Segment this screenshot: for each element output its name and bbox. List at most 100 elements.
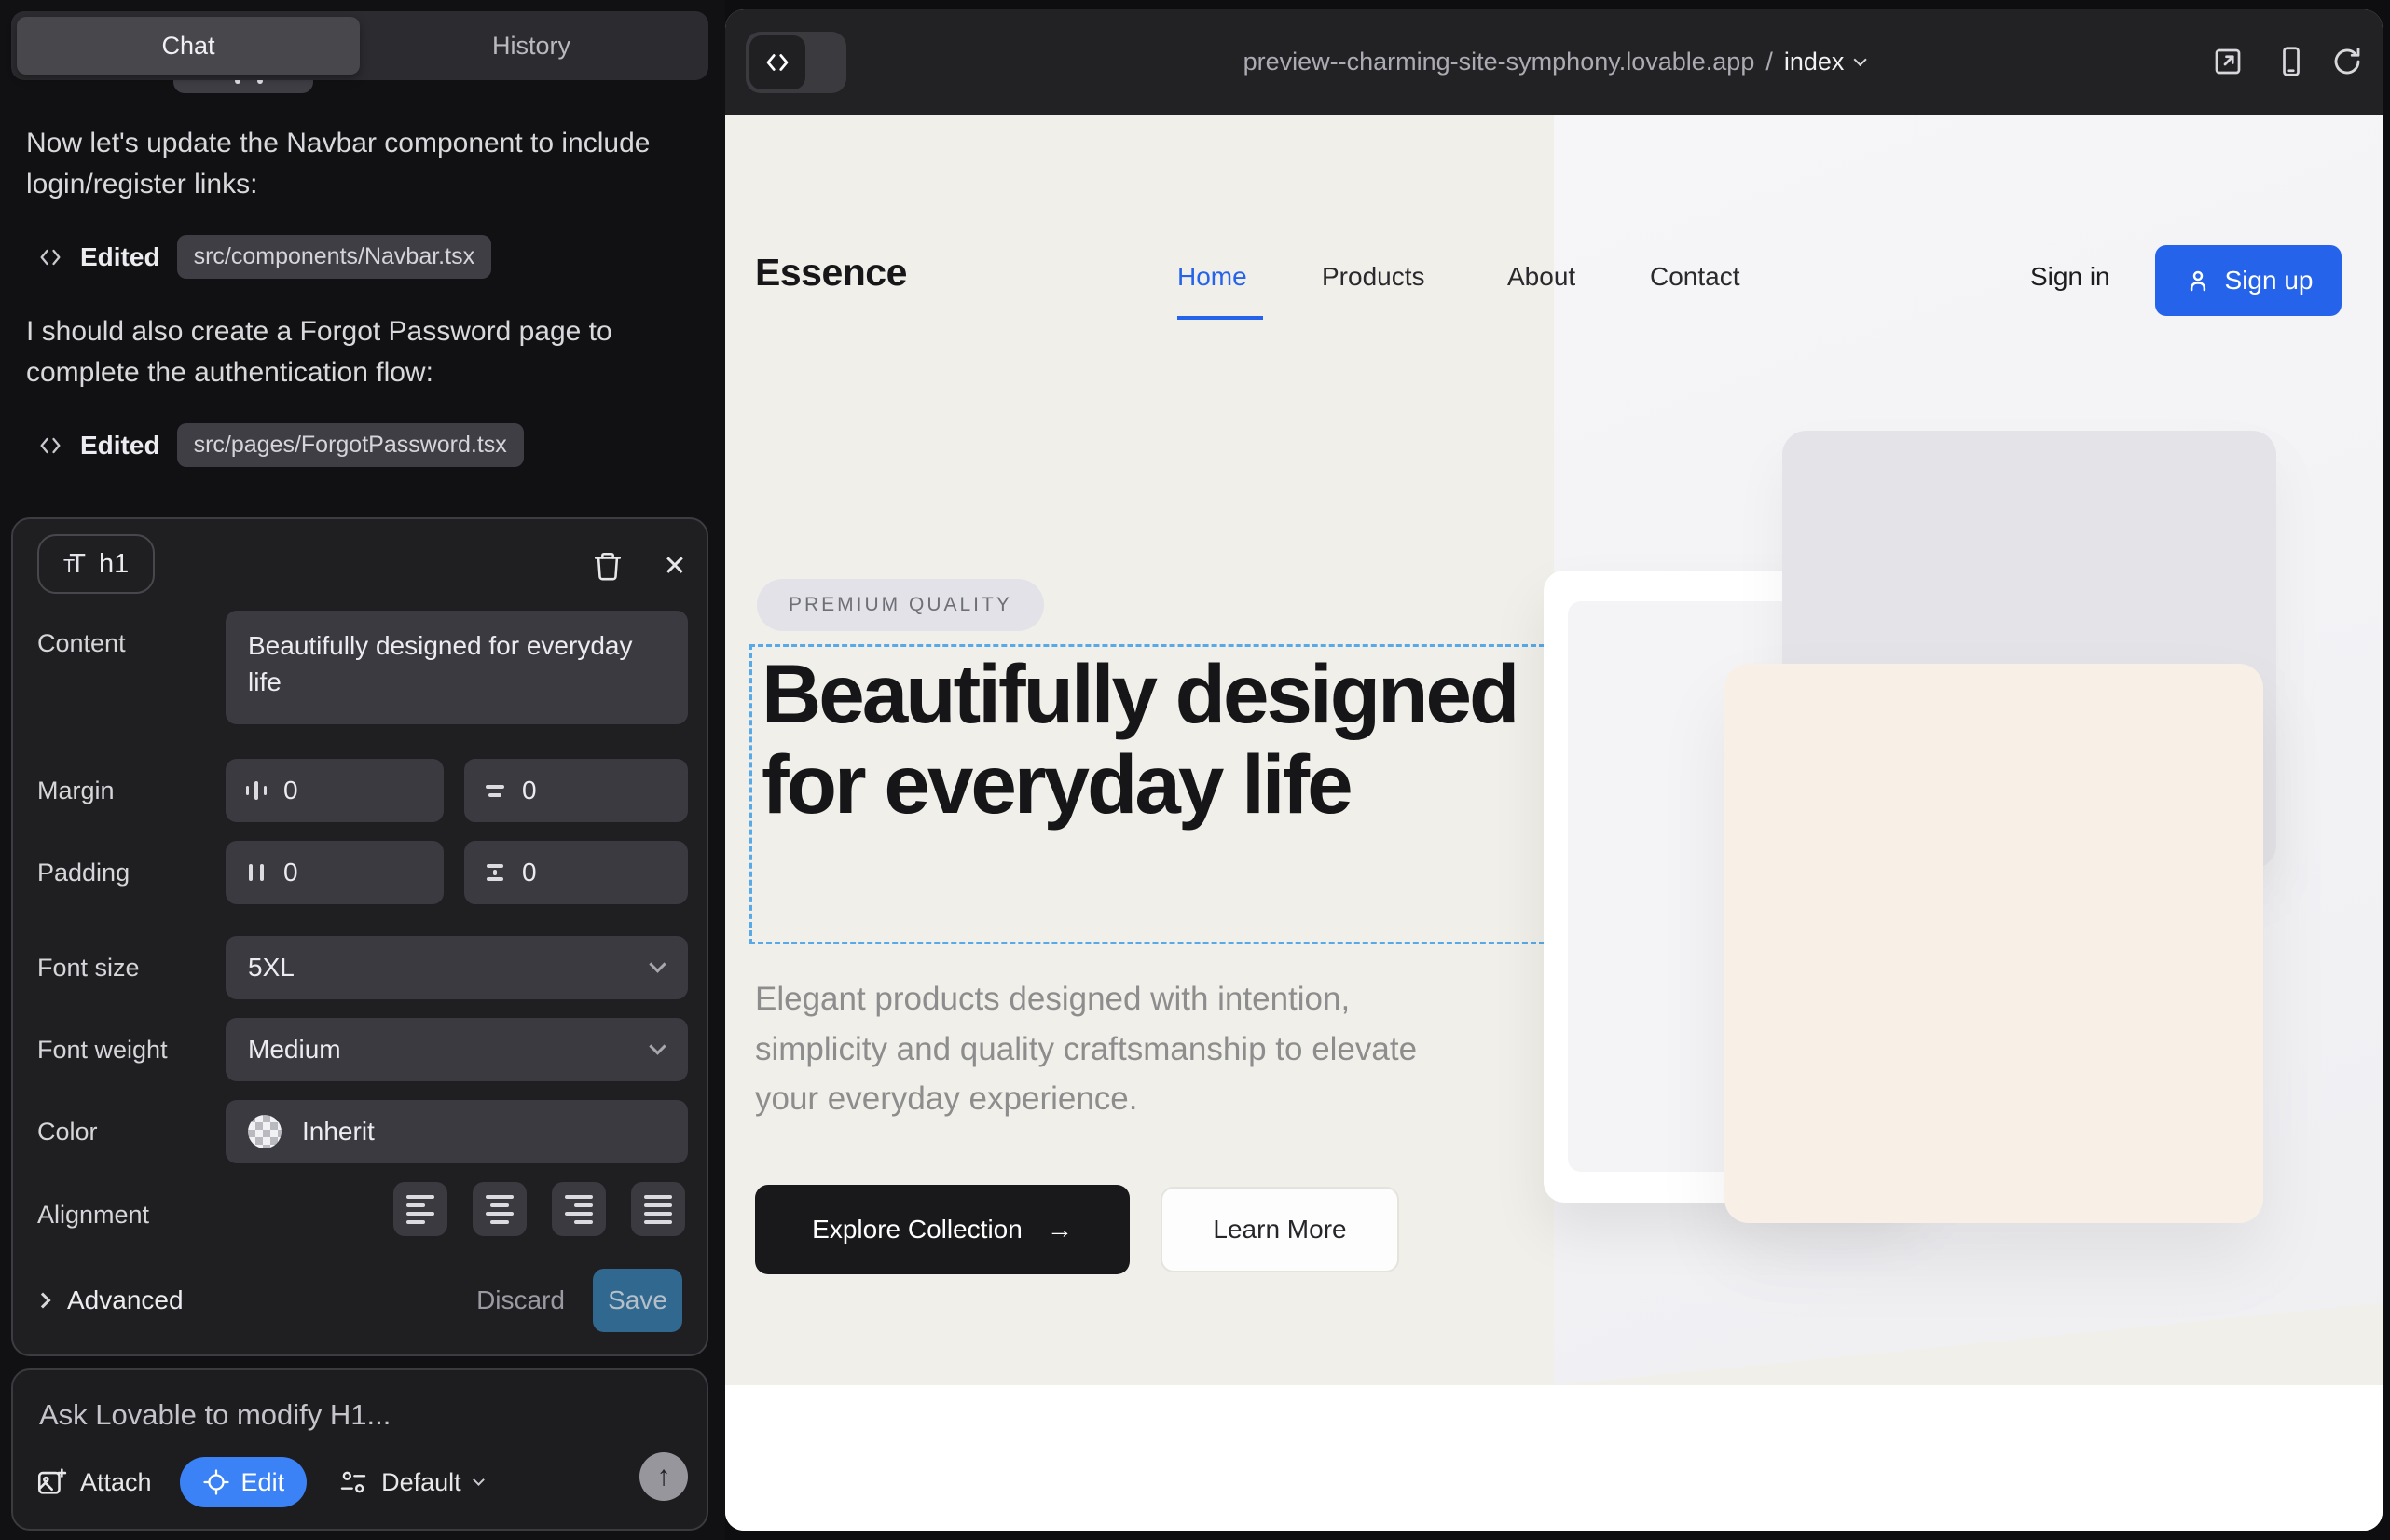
url-separator: / [1765, 48, 1773, 76]
image-plus-icon [35, 1466, 67, 1498]
margin-label: Margin [37, 777, 115, 805]
padding-label: Padding [37, 859, 130, 887]
margin-horizontal-value: 0 [283, 776, 298, 805]
chevron-down-icon [1853, 52, 1866, 65]
url-host: preview--charming-site-symphony.lovable.… [1243, 48, 1755, 76]
sign-up-button[interactable]: Sign up [2155, 245, 2342, 316]
edit-mode-label: Edit [241, 1468, 285, 1497]
attach-button[interactable]: Attach [35, 1466, 152, 1498]
user-icon [2184, 267, 2212, 295]
learn-more-button[interactable]: Learn More [1161, 1187, 1399, 1272]
nav-link-products[interactable]: Products [1322, 262, 1425, 292]
close-editor-button[interactable]: ✕ [652, 543, 697, 588]
model-mode-button[interactable]: Default [338, 1467, 483, 1497]
open-external-button[interactable] [2211, 45, 2245, 78]
code-icon [37, 244, 63, 270]
align-center-icon [486, 1195, 514, 1224]
align-justify-button[interactable] [631, 1182, 685, 1236]
delete-element-button[interactable] [585, 543, 630, 588]
font-size-value: 5XL [248, 953, 295, 983]
nav-link-contact[interactable]: Contact [1650, 262, 1740, 292]
selected-element-outline[interactable]: Beautifully designed for everyday life [749, 644, 1553, 944]
edit-mode-button[interactable]: Edit [180, 1457, 308, 1507]
mobile-view-button[interactable] [2274, 45, 2308, 78]
content-input[interactable]: Beautifully designed for everyday life [226, 611, 688, 724]
file-edit-action: Edited [80, 242, 160, 272]
code-icon [37, 433, 63, 459]
advanced-row: Advanced Discard Save [37, 1268, 686, 1333]
hero-card-cream [1724, 664, 2263, 1223]
align-right-button[interactable] [552, 1182, 606, 1236]
refresh-icon [2330, 45, 2364, 78]
url-page[interactable]: index [1784, 48, 1845, 76]
padding-vertical-input[interactable]: 0 [464, 841, 688, 904]
nav-link-about[interactable]: About [1507, 262, 1575, 292]
composer-placeholder[interactable]: Ask Lovable to modify H1... [39, 1398, 391, 1432]
padding-horizontal-input[interactable]: 0 [226, 841, 444, 904]
send-button[interactable]: ↑ [639, 1452, 688, 1501]
advanced-toggle[interactable]: Advanced [67, 1286, 184, 1315]
sliders-icon [338, 1467, 368, 1497]
chevron-right-icon [35, 1293, 51, 1309]
discard-button[interactable]: Discard [476, 1286, 565, 1315]
sign-in-button[interactable]: Sign in [2030, 262, 2110, 292]
tab-history[interactable]: History [360, 17, 703, 75]
file-edit-action: Edited [80, 431, 160, 461]
code-preview-toggle[interactable] [746, 32, 846, 93]
color-label: Color [37, 1118, 98, 1147]
margin-vertical-value: 0 [522, 776, 537, 805]
font-size-select[interactable]: 5XL [226, 936, 688, 999]
padding-horizontal-icon [244, 860, 268, 885]
padding-vertical-value: 0 [522, 858, 537, 887]
premium-quality-badge: PREMIUM QUALITY [757, 579, 1044, 631]
alignment-buttons [393, 1182, 685, 1236]
refresh-button[interactable] [2330, 45, 2364, 78]
arrow-up-icon: ↑ [657, 1461, 671, 1492]
padding-horizontal-value: 0 [283, 858, 298, 887]
margin-horizontal-icon [244, 778, 268, 803]
external-link-icon [2211, 45, 2245, 78]
padding-vertical-icon [483, 860, 507, 885]
chat-sidebar: Chat History Now let's update the Navbar… [0, 0, 725, 1540]
hero-heading[interactable]: Beautifully designed for everyday life [762, 649, 1526, 830]
attach-label: Attach [80, 1468, 152, 1497]
chat-history-tabs: Chat History [11, 11, 708, 80]
element-editor-panel: TT h1 ✕ Content Beautifully designed for… [11, 517, 708, 1356]
margin-horizontal-input[interactable]: 0 [226, 759, 444, 822]
align-left-button[interactable] [393, 1182, 447, 1236]
align-center-button[interactable] [473, 1182, 527, 1236]
alignment-label: Alignment [37, 1201, 149, 1230]
target-icon [202, 1468, 230, 1496]
file-edit-row[interactable]: Edited src/pages/ForgotPassword.tsx [37, 423, 524, 467]
chevron-down-icon [473, 1474, 485, 1486]
hero-paragraph[interactable]: Elegant products designed with intention… [755, 974, 1463, 1124]
site-logo[interactable]: Essence [755, 251, 907, 295]
nav-link-home[interactable]: Home [1177, 262, 1247, 292]
preview-topbar: preview--charming-site-symphony.lovable.… [725, 9, 2383, 115]
margin-vertical-input[interactable]: 0 [464, 759, 688, 822]
font-weight-select[interactable]: Medium [226, 1018, 688, 1081]
color-swatch [248, 1115, 282, 1148]
composer-toolbar: Attach Edit Default [35, 1456, 688, 1508]
file-edit-path[interactable]: src/components/Navbar.tsx [177, 235, 492, 279]
file-edit-path[interactable]: src/pages/ForgotPassword.tsx [177, 423, 524, 467]
explore-collection-label: Explore Collection [812, 1215, 1023, 1244]
mobile-icon [2274, 45, 2308, 78]
color-value: Inherit [302, 1117, 375, 1147]
margin-vertical-icon [483, 778, 507, 803]
tab-chat[interactable]: Chat [17, 17, 360, 75]
save-button[interactable]: Save [593, 1269, 682, 1332]
file-edit-row[interactable]: Edited src/components/Navbar.tsx [37, 235, 491, 279]
lovable-workspace: Chat History Now let's update the Navbar… [0, 0, 2390, 1540]
font-weight-value: Medium [248, 1035, 341, 1065]
preview-window: preview--charming-site-symphony.lovable.… [725, 9, 2383, 1531]
assistant-message: Now let's update the Navbar component to… [26, 123, 688, 204]
tag-label: h1 [99, 549, 129, 580]
align-left-icon [406, 1195, 434, 1224]
sign-up-label: Sign up [2225, 266, 2314, 296]
explore-collection-button[interactable]: Explore Collection → [755, 1185, 1130, 1274]
url-bar[interactable]: preview--charming-site-symphony.lovable.… [1243, 9, 1865, 115]
chat-composer[interactable]: Ask Lovable to modify H1... Attach Edit … [11, 1368, 708, 1531]
code-icon [749, 35, 805, 89]
color-select[interactable]: Inherit [226, 1100, 688, 1163]
